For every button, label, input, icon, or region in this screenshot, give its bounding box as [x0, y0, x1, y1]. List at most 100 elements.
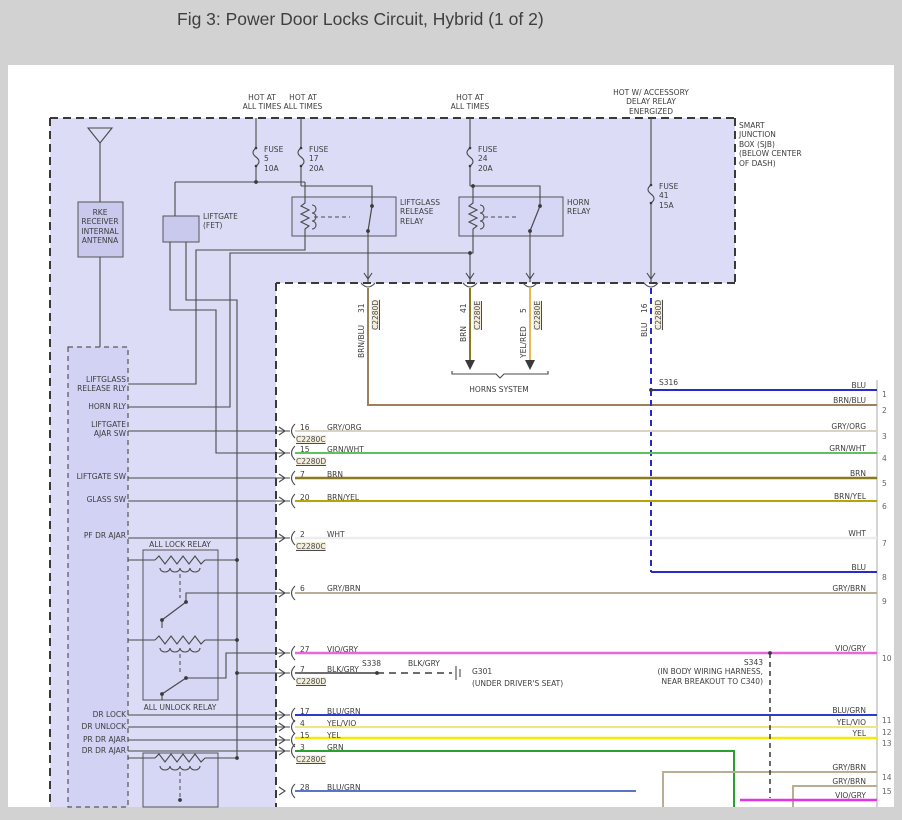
label-wire-yelred-v: YEL/RED — [519, 326, 528, 358]
label-lpin-7g: 7 — [300, 665, 305, 674]
label-s316: S316 — [659, 378, 678, 387]
label-hot-3: HOT AT ALL TIMES — [451, 93, 490, 112]
label-lpin-16: 16 — [300, 423, 310, 432]
label-rpin-4: 4 — [882, 454, 887, 463]
label-lwire-brn: BRN — [327, 470, 343, 479]
label-rwire-12: YEL/VIO — [837, 718, 866, 727]
label-fuse-17: FUSE 17 20A — [309, 145, 328, 173]
label-rpin-6: 6 — [882, 502, 887, 511]
label-s343: S343 (IN BODY WIRING HARNESS, NEAR BREAK… — [658, 658, 763, 686]
label-lwire-yel: YEL — [327, 731, 341, 740]
label-lpin-6: 6 — [300, 584, 305, 593]
label-rpin-11: 11 — [882, 716, 892, 725]
label-wire-blu-v: BLU — [640, 323, 649, 337]
label-lwire-wht: WHT — [327, 530, 345, 539]
label-conn-31[interactable]: C2280D — [371, 300, 380, 330]
label-fuse-41: FUSE 41 15A — [659, 182, 678, 210]
label-lconn-c2280d-1[interactable]: C2280D — [296, 457, 326, 466]
label-lconn-c2280c-3[interactable]: C2280C — [296, 755, 326, 764]
label-lwire-gryorg: GRY/ORG — [327, 423, 362, 432]
label-wire-brn-v: BRN — [459, 326, 468, 342]
label-rwire-3: GRY/ORG — [831, 422, 866, 431]
label-rpin-7: 7 — [882, 539, 887, 548]
label-lconn-c2280d-2[interactable]: C2280D — [296, 677, 326, 686]
label-pr-dr-ajar: PR DR AJAR — [83, 735, 126, 744]
label-pin-5: 5 — [519, 308, 528, 313]
label-pin-41: 41 — [459, 303, 468, 313]
label-liftglass-relay: LIFTGLASS RELEASE RELAY — [400, 198, 440, 226]
label-rwire-5: BRN — [850, 469, 866, 478]
label-liftglass-rly: LIFTGLASS RELEASE RLY — [77, 375, 126, 394]
label-rpin-8: 8 — [882, 573, 887, 582]
label-rpin-1: 1 — [882, 390, 887, 399]
label-liftgate-ajar-sw: LIFTGATE AJAR SW — [91, 420, 126, 439]
label-lpin-15: 15 — [300, 445, 310, 454]
label-rpin-14: 14 — [882, 773, 892, 782]
label-lwire-grnwht: GRN/WHT — [327, 445, 364, 454]
label-dr-unlock: DR UNLOCK — [82, 722, 126, 731]
label-conn-5[interactable]: C2280E — [533, 301, 542, 330]
label-lpin-15b: 15 — [300, 731, 310, 740]
label-g301-loc: (UNDER DRIVER'S SEAT) — [472, 679, 563, 688]
label-pin-31: 31 — [357, 303, 366, 313]
label-rwire-11: BLU/GRN — [832, 706, 866, 715]
label-lwire-viogry: VIO/GRY — [327, 645, 358, 654]
label-rke: RKE RECEIVER INTERNAL ANTENNA — [81, 208, 118, 246]
label-rpin-3: 3 — [882, 432, 887, 441]
label-rpin-9: 9 — [882, 597, 887, 606]
label-wire-brnblu-v: BRN/BLU — [357, 325, 366, 358]
label-rwire-8: BLU — [852, 563, 866, 572]
label-lpin-28: 28 — [300, 783, 310, 792]
label-lwire-yelvio: YEL/VIO — [327, 719, 356, 728]
label-hot-4: HOT W/ ACCESSORY DELAY RELAY ENERGIZED — [613, 88, 689, 116]
diagram-labels: HOT AT ALL TIMESHOT AT ALL TIMESHOT AT A… — [0, 0, 902, 820]
label-rwire-10: VIO/GRY — [835, 644, 866, 653]
label-hot-1: HOT AT ALL TIMES — [243, 93, 282, 112]
diagram-viewer: Fig 3: Power Door Locks Circuit, Hybrid … — [0, 0, 902, 820]
label-lwire-grybrn: GRY/BRN — [327, 584, 361, 593]
label-rwire-13: YEL — [853, 729, 867, 738]
label-rwire-16: VIO/GRY — [835, 791, 866, 800]
label-rwire-1: BLU — [852, 381, 866, 390]
label-liftgate-sw: LIFTGATE SW — [77, 472, 126, 481]
label-rwire-7: WHT — [848, 529, 866, 538]
label-rwire-6: BRN/YEL — [834, 492, 866, 501]
label-rpin-13: 13 — [882, 739, 892, 748]
label-dr-dr-ajar: DR DR AJAR — [82, 746, 126, 755]
label-lconn-c2280c-1[interactable]: C2280C — [296, 435, 326, 444]
label-blkgry-2: BLK/GRY — [408, 659, 440, 668]
label-lpin-2: 2 — [300, 530, 305, 539]
label-lconn-c2280c-2[interactable]: C2280C — [296, 542, 326, 551]
label-conn-41[interactable]: C2280E — [473, 301, 482, 330]
label-lwire-blkgry: BLK/GRY — [327, 665, 359, 674]
label-horn-rly: HORN RLY — [88, 402, 126, 411]
label-fet: LIFTGATE (FET) — [203, 212, 238, 231]
label-rpin-5: 5 — [882, 479, 887, 488]
label-conn-16t[interactable]: C2280D — [654, 300, 663, 330]
label-lpin-17: 17 — [300, 707, 310, 716]
label-rwire-14: GRY/BRN — [832, 763, 866, 772]
label-all-unlock-relay: ALL UNLOCK RELAY — [144, 703, 217, 712]
label-lpin-27: 27 — [300, 645, 310, 654]
label-lpin-3: 3 — [300, 743, 305, 752]
label-rwire-4: GRN/WHT — [829, 444, 866, 453]
label-lwire-blugrn: BLU/GRN — [327, 707, 361, 716]
label-rwire-2: BRN/BLU — [833, 396, 866, 405]
label-rwire-15: GRY/BRN — [832, 777, 866, 786]
label-rpin-12: 12 — [882, 728, 892, 737]
label-lwire-brnyel: BRN/YEL — [327, 493, 359, 502]
label-lpin-20: 20 — [300, 493, 310, 502]
label-rpin-2: 2 — [882, 406, 887, 415]
label-pf-dr-ajar: PF DR AJAR — [84, 531, 126, 540]
label-glass-sw: GLASS SW — [87, 495, 126, 504]
label-fuse-24: FUSE 24 20A — [478, 145, 497, 173]
label-s338: S338 — [362, 659, 381, 668]
label-rwire-9: GRY/BRN — [832, 584, 866, 593]
label-dr-lock: DR LOCK — [93, 710, 126, 719]
label-rpin-15: 15 — [882, 787, 892, 796]
label-hot-2: HOT AT ALL TIMES — [284, 93, 323, 112]
label-horns-system: HORNS SYSTEM — [469, 385, 528, 394]
label-fuse-5: FUSE 5 10A — [264, 145, 283, 173]
label-lwire-grn: GRN — [327, 743, 344, 752]
label-lwire-blugrn-28: BLU/GRN — [327, 783, 361, 792]
